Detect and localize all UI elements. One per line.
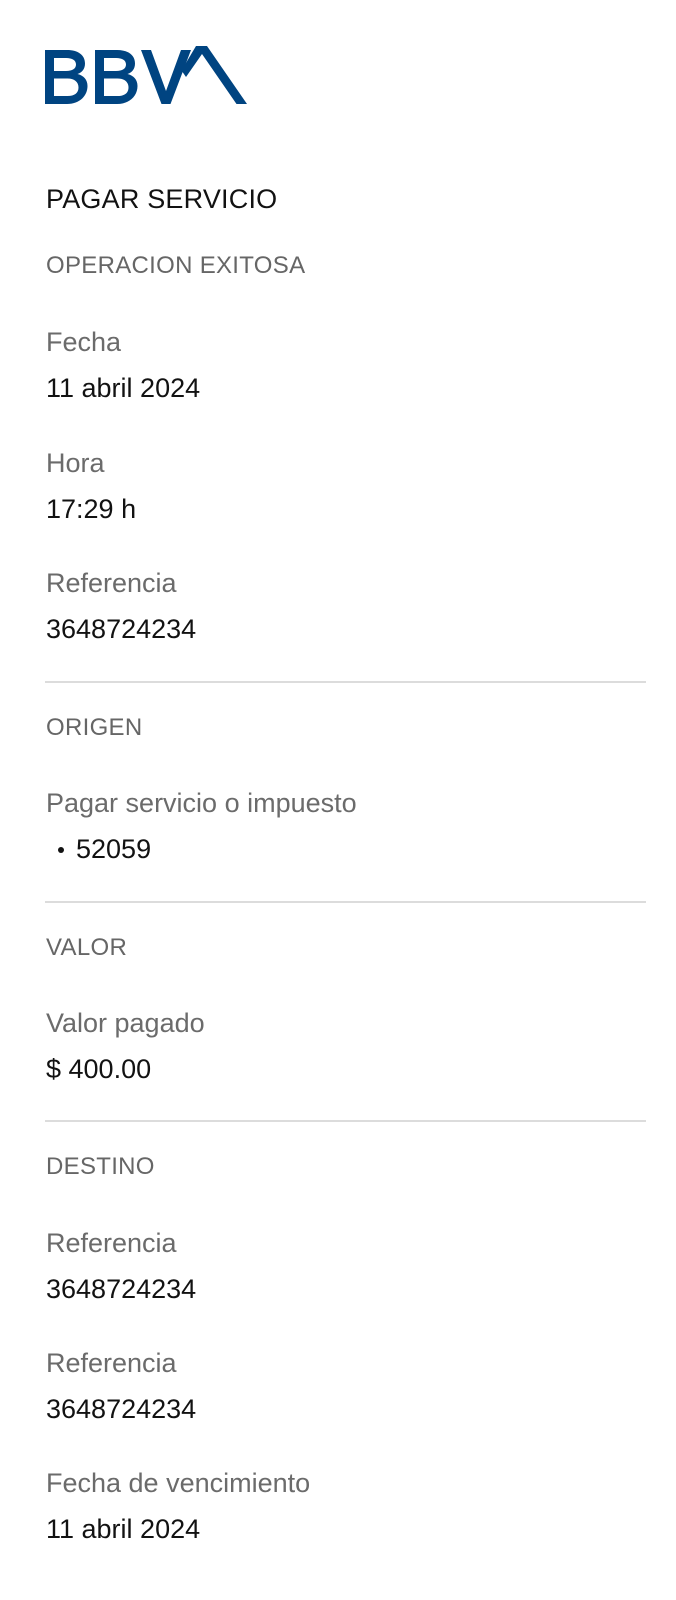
date-label: Fecha	[46, 327, 122, 357]
page-title: PAGAR SERVICIO	[46, 184, 278, 214]
receipt-page: PAGAR SERVICIO OPERACION EXITOSA Fecha 1…	[0, 0, 676, 1600]
amount-label: Valor pagado	[46, 1008, 205, 1038]
due-date-label: Fecha de vencimiento	[46, 1468, 311, 1498]
destination-reference-label: Referencia	[46, 1228, 177, 1258]
destination-reference-value-2: 3648724234	[46, 1394, 197, 1424]
section-divider	[45, 901, 646, 903]
section-divider	[45, 681, 646, 683]
destination-section-title: DESTINO	[46, 1153, 155, 1180]
origin-account-number: 52059	[76, 834, 152, 864]
destination-reference-label-2: Referencia	[46, 1348, 177, 1378]
reference-value: 3648724234	[46, 614, 197, 644]
time-value: 17:29 h	[46, 494, 137, 524]
due-date-value: 11 abril 2024	[46, 1514, 201, 1544]
section-divider	[45, 1120, 646, 1122]
status-section-title: OPERACION EXITOSA	[46, 252, 306, 279]
origin-label: Pagar servicio o impuesto	[46, 788, 357, 818]
amount-value: $ 400.00	[46, 1054, 152, 1084]
time-label: Hora	[46, 448, 105, 478]
bullet-icon	[58, 846, 64, 853]
reference-label: Referencia	[46, 568, 177, 598]
bbva-logo	[45, 46, 247, 104]
amount-section-title: VALOR	[46, 934, 128, 961]
date-value: 11 abril 2024	[46, 373, 201, 403]
destination-reference-value: 3648724234	[46, 1274, 197, 1304]
origin-section-title: ORIGEN	[46, 714, 143, 741]
origin-account: 52059	[46, 834, 151, 865]
